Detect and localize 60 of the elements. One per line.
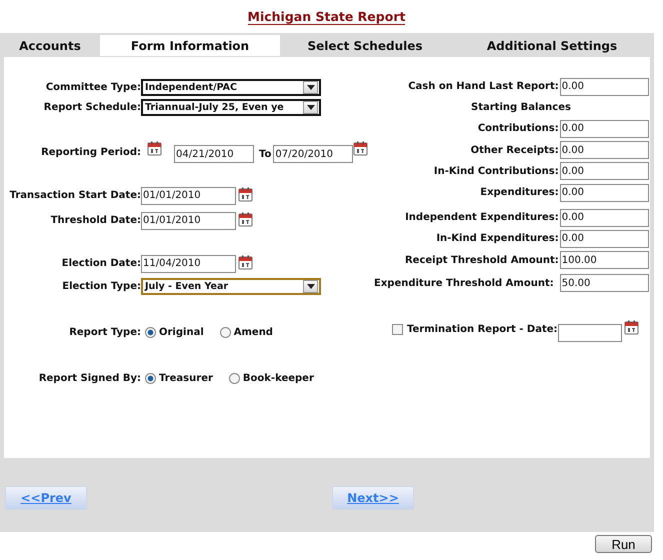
field-label: Expenditures:: [480, 187, 559, 198]
date-field[interactable]: [558, 324, 622, 342]
dropdown[interactable]: July - Even Year: [141, 278, 321, 294]
section-heading: Starting Balances: [471, 102, 571, 114]
page-title[interactable]: Michigan State Report: [248, 8, 406, 24]
date-field[interactable]: 07/20/2010: [273, 145, 354, 163]
amount-field[interactable]: 0.00: [560, 230, 649, 248]
checkbox[interactable]: [392, 324, 403, 336]
field-label: Expenditure Threshold Amount:: [374, 278, 554, 289]
date-field[interactable]: 04/21/2010: [174, 145, 254, 163]
amount-field[interactable]: 0.00: [560, 120, 649, 138]
radio-option[interactable]: Amend: [220, 326, 273, 338]
field-label: Transaction Start Date:: [8, 190, 141, 201]
amount-field[interactable]: 100.00: [560, 251, 649, 270]
dropdown[interactable]: Independent/PAC: [141, 78, 321, 96]
field-label: Independent Expenditures:: [405, 212, 559, 224]
calendar-icon[interactable]: [238, 254, 253, 270]
radio-button[interactable]: [145, 372, 156, 384]
calendar-icon[interactable]: [238, 186, 253, 202]
calendar-icon[interactable]: [353, 141, 368, 156]
calendar-icon[interactable]: [147, 141, 162, 156]
field-label: In-Kind Expenditures:: [436, 233, 559, 244]
radio-option[interactable]: Book-keeper: [228, 372, 314, 384]
field-label: Report Type:: [68, 326, 141, 338]
field-label: Other Receipts:: [470, 144, 559, 156]
field-label: Report Signed By:: [38, 372, 141, 384]
date-field[interactable]: 01/01/2010: [141, 186, 236, 204]
radio-button[interactable]: [145, 326, 156, 338]
field-label: Committee Type:: [44, 82, 141, 92]
field-label: Cash on Hand Last Report:: [408, 81, 559, 92]
tab[interactable]: Additional Settings: [450, 35, 654, 56]
amount-field[interactable]: 50.00: [560, 274, 649, 292]
radio-button[interactable]: [220, 326, 231, 338]
amount-field[interactable]: 0.00: [560, 78, 649, 96]
calendar-icon[interactable]: [624, 320, 639, 335]
calendar-icon[interactable]: [238, 212, 253, 226]
field-label: Threshold Date:: [50, 215, 141, 226]
field-label: Report Schedule:: [42, 102, 141, 112]
tab[interactable]: Select Schedules: [280, 35, 450, 56]
tab[interactable]: Form Information: [100, 35, 280, 56]
radio-option[interactable]: Original: [145, 326, 204, 338]
amount-field[interactable]: 0.00: [560, 208, 649, 227]
radio-button[interactable]: [228, 372, 240, 384]
date-field[interactable]: 01/01/2010: [141, 212, 236, 230]
radio-option[interactable]: Treasurer: [145, 372, 213, 384]
to-label: To: [259, 148, 272, 160]
tab[interactable]: Accounts: [0, 35, 100, 56]
field-label: Termination Report - Date:: [407, 324, 558, 336]
amount-field[interactable]: 0.00: [560, 184, 649, 202]
amount-field[interactable]: 0.00: [560, 141, 649, 160]
amount-field[interactable]: 0.00: [560, 162, 649, 180]
field-label: Receipt Threshold Amount:: [404, 254, 559, 266]
field-label: In-Kind Contributions:: [434, 166, 559, 177]
date-field[interactable]: 11/04/2010: [141, 254, 236, 272]
dropdown[interactable]: Triannual-July 25, Even ye: [141, 98, 321, 116]
field-label: Election Type:: [61, 280, 141, 292]
field-label: Election Date:: [60, 258, 141, 269]
field-label: Contributions:: [478, 123, 559, 134]
run-button[interactable]: Run: [595, 535, 652, 553]
field-label: Reporting Period:: [40, 146, 141, 158]
